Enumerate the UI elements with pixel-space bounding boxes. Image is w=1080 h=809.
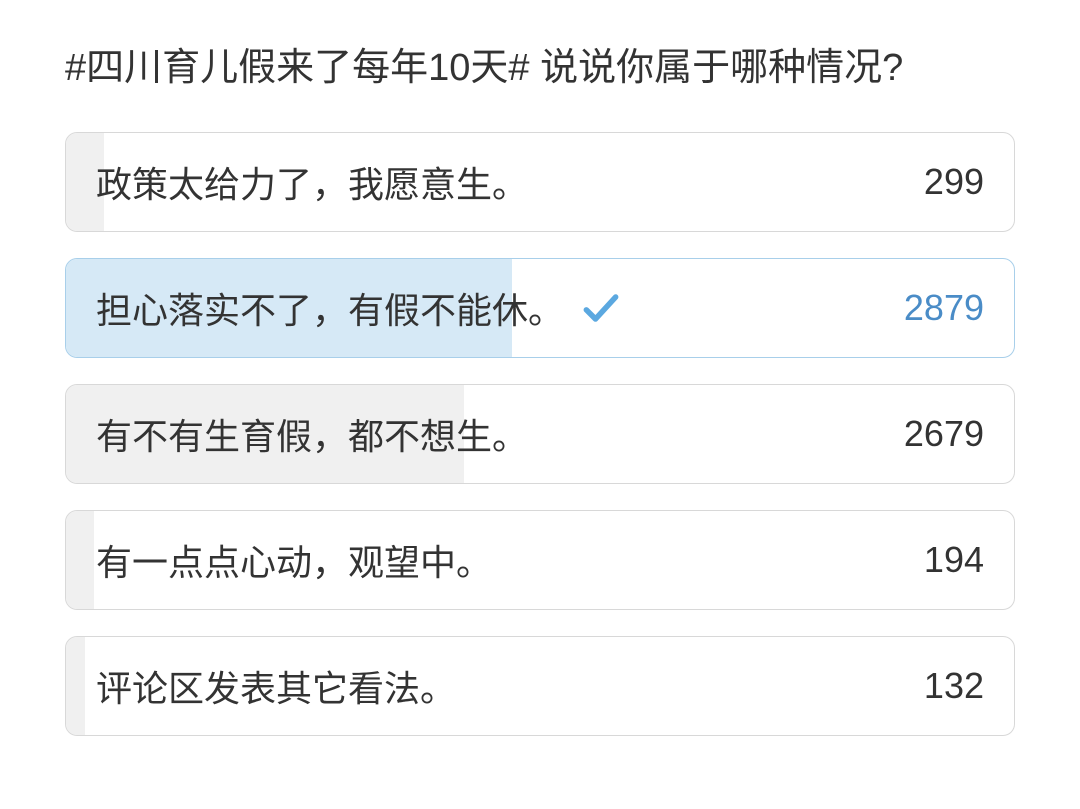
poll-option[interactable]: 担心落实不了，有假不能休。 2879 (65, 258, 1015, 358)
poll-option[interactable]: 有不有生育假，都不想生。 2679 (65, 384, 1015, 484)
poll-label-wrap: 有一点点心动，观望中。 (96, 534, 492, 586)
poll-options-container: 政策太给力了，我愿意生。 299 担心落实不了，有假不能休。 2879 有不有生… (65, 132, 1015, 736)
poll-label-wrap: 政策太给力了，我愿意生。 (96, 156, 528, 208)
checkmark-icon (579, 286, 623, 330)
poll-option-count: 2879 (904, 287, 984, 329)
poll-fill-bar (66, 511, 94, 609)
poll-label-wrap: 评论区发表其它看法。 (96, 660, 456, 712)
poll-option-label: 有不有生育假，都不想生。 (96, 408, 528, 460)
poll-option-label: 评论区发表其它看法。 (96, 660, 456, 712)
poll-label-wrap: 担心落实不了，有假不能休。 (96, 282, 623, 334)
poll-fill-bar (66, 637, 85, 735)
poll-option-count: 299 (924, 161, 984, 203)
poll-option-label: 政策太给力了，我愿意生。 (96, 156, 528, 208)
poll-option-label: 担心落实不了，有假不能休。 (96, 282, 564, 334)
poll-option-label: 有一点点心动，观望中。 (96, 534, 492, 586)
poll-title: #四川育儿假来了每年10天# 说说你属于哪种情况? (65, 40, 1015, 97)
poll-label-wrap: 有不有生育假，都不想生。 (96, 408, 528, 460)
poll-option-count: 2679 (904, 413, 984, 455)
poll-option[interactable]: 评论区发表其它看法。 132 (65, 636, 1015, 736)
poll-option-count: 194 (924, 539, 984, 581)
poll-option-count: 132 (924, 665, 984, 707)
poll-option[interactable]: 有一点点心动，观望中。 194 (65, 510, 1015, 610)
poll-option[interactable]: 政策太给力了，我愿意生。 299 (65, 132, 1015, 232)
